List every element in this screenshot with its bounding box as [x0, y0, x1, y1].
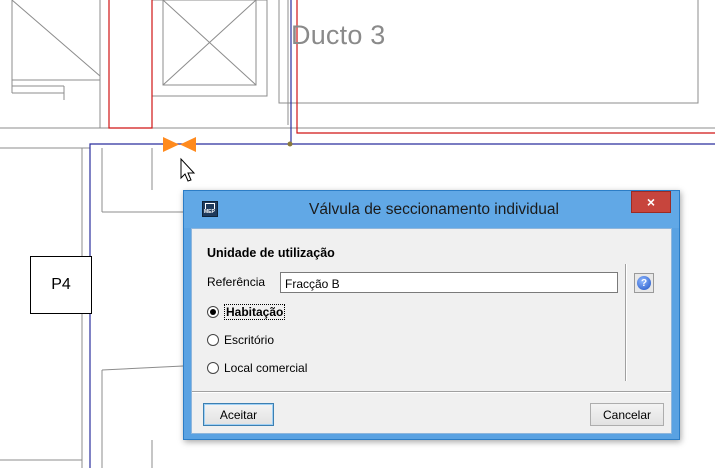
p4-element[interactable]: P4 — [30, 256, 92, 314]
valve-dialog: MEP Válvula de seccionamento individual … — [183, 190, 680, 440]
app-icon: MEP — [202, 201, 218, 217]
p4-label: P4 — [51, 276, 71, 293]
close-icon: × — [646, 194, 656, 210]
accept-button[interactable]: Aceitar — [203, 403, 274, 426]
reference-label: Referência — [207, 275, 266, 289]
radio-local-comercial[interactable]: Local comercial — [207, 360, 307, 376]
dialog-body: Unidade de utilização Referência ? Habit… — [191, 228, 672, 434]
dialog-title: Válvula de seccionamento individual — [309, 201, 559, 218]
dialog-titlebar[interactable]: MEP Válvula de seccionamento individual … — [184, 191, 679, 228]
radio-local-comercial-label: Local comercial — [224, 361, 308, 375]
reference-input[interactable] — [280, 272, 618, 293]
radio-button[interactable] — [207, 334, 219, 346]
horizontal-divider — [192, 391, 671, 393]
mouse-cursor-icon — [180, 157, 196, 182]
help-button[interactable]: ? — [634, 273, 654, 293]
radio-habitacao-label: Habitação — [224, 304, 286, 320]
radio-escritorio-label: Escritório — [224, 333, 275, 347]
hot-water-pipe[interactable] — [108, 0, 715, 134]
pipe-junction-node[interactable] — [287, 141, 293, 147]
close-button[interactable]: × — [631, 191, 671, 213]
radio-escritorio[interactable]: Escritório — [207, 332, 274, 348]
vertical-divider — [625, 264, 627, 381]
room-label: Ducto 3 — [291, 20, 386, 50]
group-heading: Unidade de utilização — [207, 246, 335, 260]
help-icon: ? — [637, 276, 651, 290]
cancel-button[interactable]: Cancelar — [590, 403, 664, 426]
radio-button[interactable] — [207, 362, 219, 374]
radio-habitacao[interactable]: Habitação — [207, 304, 286, 320]
radio-button-selected[interactable] — [207, 306, 219, 318]
